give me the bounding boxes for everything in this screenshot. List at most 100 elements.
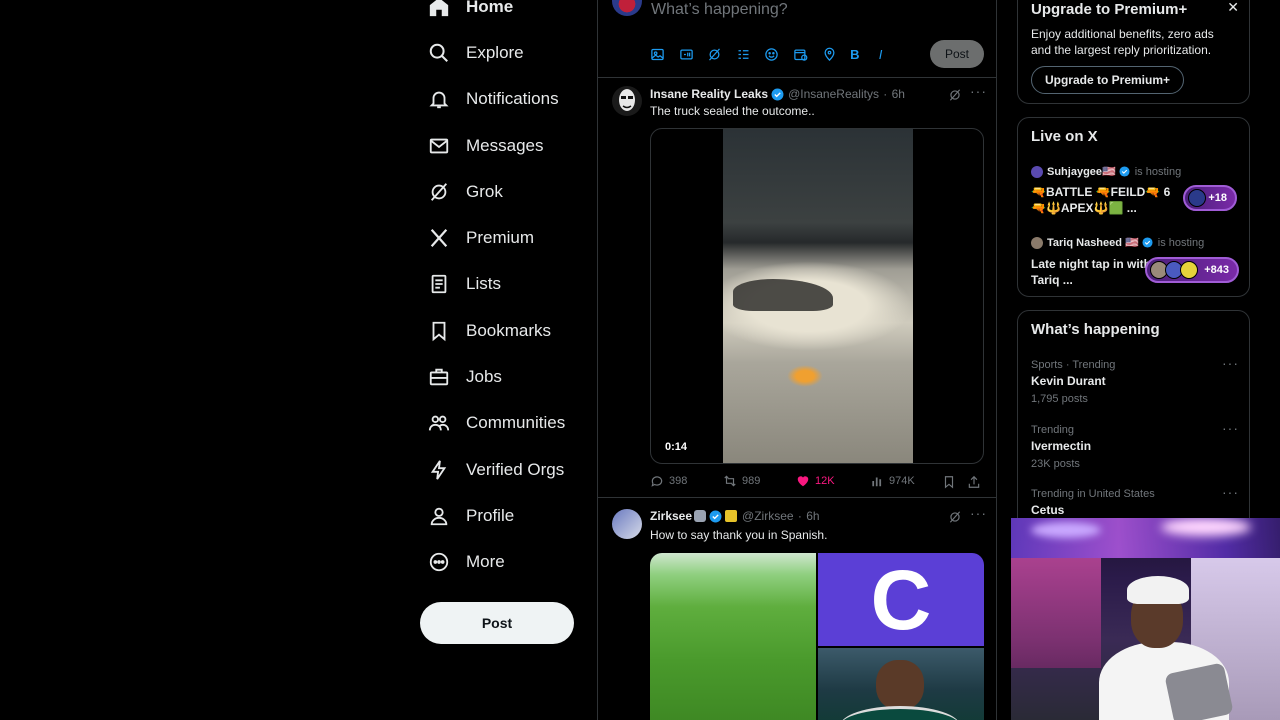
nav-item-grok[interactable]: Grok [428, 172, 503, 212]
tile-letter: C [870, 553, 932, 647]
post-button[interactable]: Post [420, 602, 574, 644]
verified-badge-icon [709, 510, 722, 522]
more-options-icon[interactable]: ··· [1222, 355, 1239, 371]
upgrade-premium-button[interactable]: Upgrade to Premium+ [1031, 66, 1184, 94]
nav-label: Grok [466, 182, 503, 201]
more-options-icon[interactable]: ··· [1222, 484, 1239, 500]
heart-icon [797, 476, 809, 487]
composer-post-button[interactable]: Post [930, 40, 984, 68]
bold-icon[interactable]: B [850, 45, 879, 63]
views-button[interactable]: 974K [870, 474, 915, 488]
close-icon[interactable]: ✕ [1227, 0, 1239, 16]
listener-pill[interactable]: +843 [1145, 257, 1239, 283]
nav-label: Bookmarks [466, 321, 552, 340]
home-icon [429, 0, 449, 17]
nav-item-premium[interactable]: Premium [428, 218, 534, 258]
reply-button[interactable]: 398 [650, 474, 687, 488]
avatar[interactable] [612, 86, 642, 116]
trend-item[interactable]: Trending in United States Cetus ··· [1031, 484, 1239, 522]
nav-item-jobs[interactable]: Jobs [428, 357, 502, 397]
repost-button[interactable]: 989 [723, 474, 760, 488]
emoji-badge-icon [694, 510, 707, 522]
premium-description: Enjoy additional benefits, zero ads and … [1031, 27, 1214, 57]
more-options-icon[interactable]: ··· [970, 505, 987, 521]
image-icon[interactable] [650, 45, 679, 63]
nav-label: Communities [466, 413, 566, 432]
premium-card: Upgrade to Premium+ ✕ Enjoy additional b… [1017, 0, 1250, 104]
nav-item-bookmarks[interactable]: Bookmarks [428, 311, 551, 351]
schedule-icon[interactable] [793, 45, 822, 63]
author-handle[interactable]: @InsaneRealitys [788, 87, 879, 101]
trend-item[interactable]: Sports · Trending Kevin Durant 1,795 pos… [1031, 355, 1239, 405]
player-image[interactable] [818, 648, 984, 720]
like-button[interactable]: 12K [796, 474, 835, 488]
tweet-header: Zirksee @Zirksee · 6h [650, 509, 820, 523]
avatar [1188, 189, 1206, 207]
more-circle-icon [429, 552, 449, 572]
nav-label: Premium [466, 228, 535, 247]
nav-item-communities[interactable]: Communities [428, 403, 565, 443]
tweet-text: How to say thank you in Spanish. [650, 528, 828, 542]
nav-label: Profile [466, 506, 515, 525]
video-player[interactable]: 0:14 [650, 128, 984, 464]
location-icon[interactable] [822, 45, 851, 63]
share-icon[interactable] [967, 475, 981, 489]
tweet-time[interactable]: 6h [892, 87, 905, 101]
tweet-text: The truck sealed the outcome.. [650, 104, 815, 118]
author-name[interactable]: Zirksee [650, 509, 692, 523]
nav-item-profile[interactable]: Profile [428, 496, 514, 536]
emoji-icon[interactable] [764, 45, 793, 63]
grok-icon[interactable] [707, 45, 736, 63]
tweet-time[interactable]: 6h [806, 509, 819, 523]
more-options-icon[interactable]: ··· [970, 83, 987, 99]
video-frame [723, 129, 913, 463]
live-space[interactable]: Tariq Nasheed 🇺🇸 is hosting Late night t… [1031, 236, 1239, 296]
bookmark-icon[interactable] [942, 475, 956, 489]
post-composer: What’s happening? B I Post [598, 0, 996, 78]
grok-icon[interactable] [948, 510, 962, 524]
avatar[interactable] [612, 0, 642, 16]
author-name[interactable]: Insane Reality Leaks [650, 87, 768, 101]
briefcase-icon [429, 368, 449, 386]
listener-pill[interactable]: +18 [1183, 185, 1237, 211]
x-logo-icon [430, 229, 448, 247]
grok-icon[interactable] [948, 88, 962, 102]
author-handle[interactable]: @Zirksee [742, 509, 794, 523]
repost-icon [724, 475, 736, 487]
trends-card: What’s happening Sports · Trending Kevin… [1017, 310, 1250, 540]
premium-title: Upgrade to Premium+ [1031, 1, 1188, 18]
nav-item-explore[interactable]: Explore [428, 33, 524, 73]
nav-item-notifications[interactable]: Notifications [428, 79, 559, 119]
nav-item-more[interactable]: More [428, 542, 505, 582]
tweet[interactable]: Insane Reality Leaks @InsaneRealitys · 6… [598, 78, 996, 498]
nav-label: Notifications [466, 89, 559, 108]
italic-icon[interactable]: I [879, 45, 908, 63]
nav-label: Explore [466, 43, 524, 62]
trend-item[interactable]: Trending Ivermectin 23K posts ··· [1031, 420, 1239, 470]
bell-icon [429, 91, 449, 109]
live-space[interactable]: Suhjaygee🇺🇸 is hosting 🔫BATTLE 🔫FEILD🔫 6… [1031, 165, 1239, 225]
view-count: 974K [889, 475, 915, 487]
nav-item-home[interactable]: Home [428, 0, 513, 27]
repost-count: 989 [742, 475, 761, 487]
avatar[interactable] [612, 509, 642, 539]
composer-toolbar: B I [650, 45, 907, 63]
nav-label: Home [466, 0, 514, 16]
nav-item-verified-orgs[interactable]: Verified Orgs [428, 450, 564, 490]
poll-icon[interactable] [736, 45, 765, 63]
gif-icon[interactable] [679, 45, 708, 63]
trends-title: What’s happening [1031, 321, 1160, 338]
composer-input[interactable]: What’s happening? [651, 1, 788, 19]
avatar [1031, 236, 1043, 249]
letter-c-image[interactable]: C [818, 553, 984, 646]
more-options-icon[interactable]: ··· [1222, 420, 1239, 436]
avatar [1180, 261, 1198, 279]
live-host: Suhjaygee🇺🇸 is hosting [1031, 165, 1239, 178]
nav-item-messages[interactable]: Messages [428, 126, 543, 166]
nav-item-lists[interactable]: Lists [428, 264, 501, 304]
timeline[interactable]: What’s happening? B I Post Insane Realit… [597, 0, 997, 720]
nav-label: More [466, 552, 505, 571]
grass-image[interactable] [650, 553, 816, 720]
person-icon [430, 507, 448, 526]
live-title: Live on X [1031, 128, 1098, 145]
